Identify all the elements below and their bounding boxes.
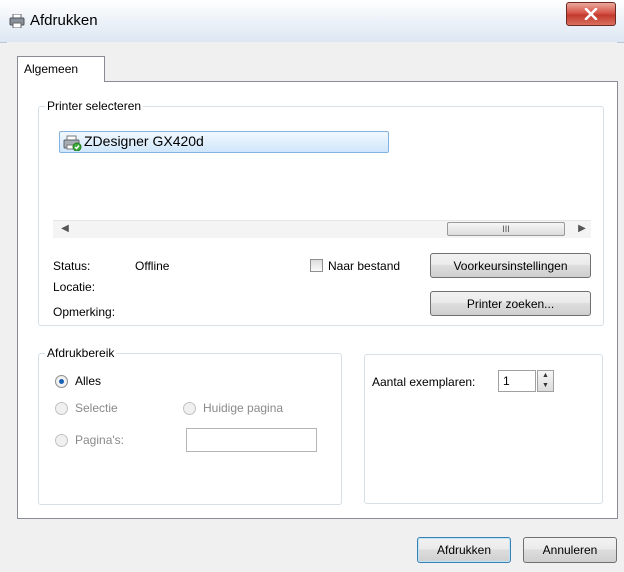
- scroll-thumb[interactable]: III: [447, 222, 565, 236]
- radio-all-label[interactable]: Alles: [75, 374, 101, 388]
- printer-name: ZDesigner GX420d: [84, 133, 204, 149]
- radio-pages-label: Pagina's:: [75, 433, 124, 447]
- status-label: Status:: [53, 259, 91, 273]
- pages-input[interactable]: [186, 428, 317, 452]
- radio-all[interactable]: [55, 375, 68, 388]
- tab-general[interactable]: Algemeen: [17, 56, 105, 82]
- scroll-right-icon[interactable]: ▶: [575, 222, 589, 236]
- print-to-file-checkbox[interactable]: [310, 259, 323, 272]
- printer-select-legend: Printer selecteren: [47, 99, 142, 113]
- print-button[interactable]: Afdrukken: [417, 537, 511, 563]
- close-icon: [584, 8, 598, 20]
- preferences-button[interactable]: Voorkeursinstellingen: [430, 253, 591, 278]
- copies-spinner[interactable]: ▲ ▼: [537, 370, 554, 392]
- radio-pages[interactable]: [55, 434, 68, 447]
- radio-selected-dot: [59, 379, 64, 384]
- printer-default-icon: [63, 135, 82, 151]
- spin-down-icon[interactable]: ▼: [538, 381, 553, 391]
- window-title: Afdrukken: [30, 12, 98, 29]
- radio-current-page-label: Huidige pagina: [203, 401, 284, 415]
- page-range-legend: Afdrukbereik: [47, 346, 115, 360]
- copies-input[interactable]: 1: [498, 370, 536, 392]
- cancel-button[interactable]: Annuleren: [523, 537, 617, 563]
- copies-label: Aantal exemplaren:: [372, 375, 476, 389]
- print-to-file-label[interactable]: Naar bestand: [328, 259, 400, 273]
- page-range-group: Afdrukbereik: [38, 346, 342, 505]
- close-button[interactable]: [566, 2, 616, 26]
- find-printer-button[interactable]: Printer zoeken...: [430, 291, 591, 316]
- scroll-left-icon[interactable]: ◀: [58, 222, 72, 236]
- radio-selection[interactable]: [55, 402, 68, 415]
- comment-label: Opmerking:: [53, 305, 116, 319]
- printer-icon: [9, 14, 25, 28]
- location-label: Locatie:: [53, 280, 96, 294]
- status-value: Offline: [135, 259, 170, 273]
- radio-current-page[interactable]: [183, 402, 196, 415]
- radio-selection-label: Selectie: [75, 401, 118, 415]
- spin-up-icon[interactable]: ▲: [538, 371, 553, 381]
